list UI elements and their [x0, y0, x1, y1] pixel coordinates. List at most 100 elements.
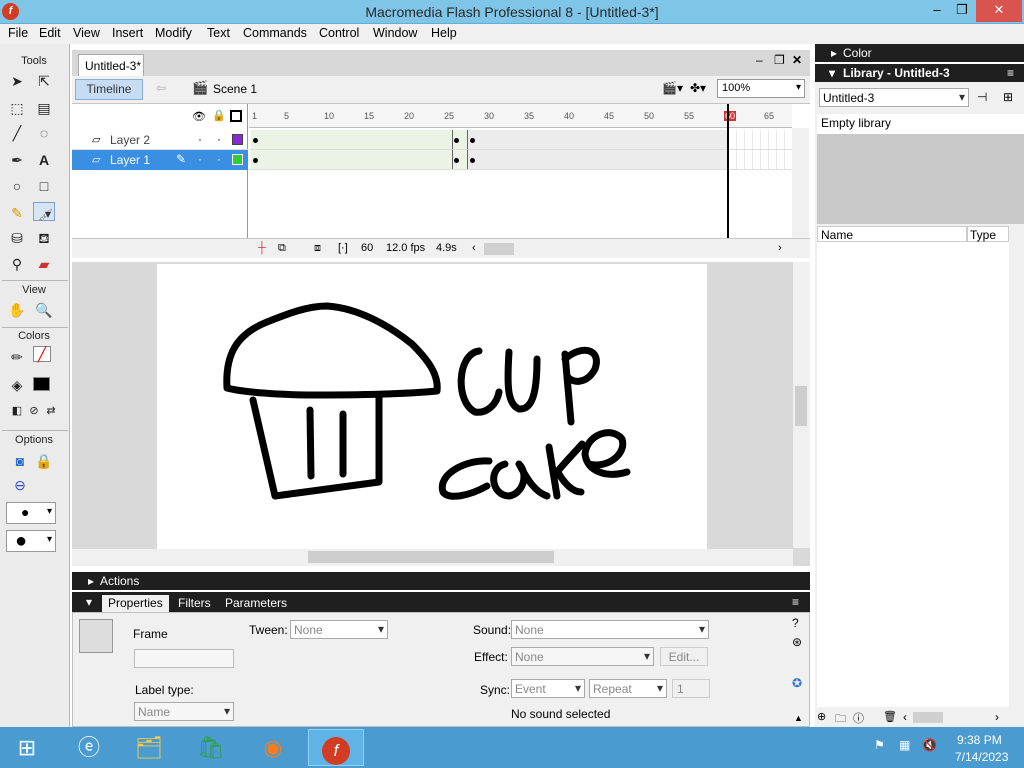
oval-tool-icon[interactable]: ○ [6, 175, 28, 197]
pin-library-icon[interactable]: ⊣ [977, 90, 987, 104]
eyedropper-icon[interactable]: ⚲ [6, 253, 28, 275]
lasso-tool-icon[interactable]: ◌ [33, 122, 55, 144]
brush-option-icon[interactable]: ⊖ [9, 474, 31, 496]
hand-tool-icon[interactable]: ✋ [6, 299, 28, 321]
brush-tool-icon[interactable]: 🖌 [33, 202, 55, 224]
playhead[interactable] [727, 104, 729, 238]
new-library-panel-icon[interactable]: ⊞ [1003, 90, 1013, 104]
line-tool-icon[interactable]: ╱ [6, 122, 28, 144]
column-name[interactable]: Name [817, 226, 967, 242]
collapse-props-icon[interactable]: ▲ [794, 713, 803, 723]
file-explorer-icon[interactable]: 🗂 [126, 729, 172, 766]
text-tool-icon[interactable]: A [33, 149, 55, 171]
rectangle-tool-icon[interactable]: □ [33, 175, 55, 197]
start-button-icon[interactable]: ⊞ [4, 729, 50, 766]
internet-explorer-icon[interactable]: ⓔ [66, 729, 112, 766]
frame-ruler[interactable]: 1 5 10 15 20 25 30 35 40 45 50 55 60 65 [249, 104, 792, 128]
swap-colors-icon[interactable]: ⇄ [40, 400, 62, 422]
menu-commands[interactable]: Commands [243, 26, 307, 40]
timeline-hscroll-thumb[interactable] [484, 243, 514, 255]
help-icon[interactable]: ? [792, 616, 799, 630]
zoom-select[interactable]: 100% ▾ [717, 79, 805, 98]
doc-close-icon[interactable]: ✕ [792, 53, 802, 67]
menu-text[interactable]: Text [207, 26, 230, 40]
library-document-select[interactable]: Untitled-3 [819, 88, 969, 107]
timeline-vscroll[interactable] [792, 128, 809, 238]
restore-button[interactable]: ❐ [950, 0, 974, 22]
doc-restore-icon[interactable]: ❐ [774, 53, 785, 67]
firefox-icon[interactable]: ◉ [250, 729, 296, 766]
clock-date[interactable]: 7/14/2023 [955, 750, 1008, 764]
eye-icon[interactable]: 👁 [192, 110, 206, 123]
brush-size-select[interactable]: ● ▾ [6, 502, 56, 524]
pencil-tool-icon[interactable]: ✎ [6, 202, 28, 224]
library-hscroll-thumb[interactable] [913, 712, 943, 723]
minimize-button[interactable]: – [925, 0, 949, 22]
new-symbol-icon[interactable]: ⊕ [817, 710, 826, 723]
edit-symbol-icon[interactable]: ✤▾ [690, 81, 706, 95]
outline-icon[interactable] [230, 110, 242, 122]
eraser-icon[interactable]: ▰ [33, 253, 55, 275]
menu-view[interactable]: View [73, 26, 100, 40]
pen-tool-icon[interactable]: ✒ [6, 149, 28, 171]
effect-select[interactable]: None [511, 647, 654, 666]
edit-scene-icon[interactable]: 🎬▾ [662, 81, 683, 95]
brush-shape-select[interactable]: ● ▾ [6, 530, 56, 552]
delete-item-icon[interactable]: 🗑 [883, 710, 897, 723]
onion-skin-icon[interactable]: ⧉ [278, 242, 286, 255]
column-type[interactable]: Type [967, 226, 1009, 242]
frame-rate[interactable]: 12.0 fps [386, 242, 425, 254]
stage-hscroll[interactable] [72, 549, 793, 566]
frame-row-layer-1[interactable] [249, 150, 792, 170]
actions-panel-header[interactable]: ▸ Actions [72, 572, 810, 590]
repeat-count-input[interactable]: 1 [672, 679, 710, 698]
back-arrow-icon[interactable]: ⇦ [156, 81, 166, 95]
document-tab[interactable]: Untitled-3* [78, 54, 144, 76]
fill-swatch[interactable] [33, 377, 50, 391]
flash-taskbar-icon[interactable]: f [308, 729, 364, 766]
edit-scene-circle-icon[interactable]: ⊛ [792, 635, 802, 649]
layer-row-1[interactable]: ▱ Layer 1 ✎ · · [72, 150, 248, 170]
label-type-select[interactable]: Name [134, 702, 234, 721]
frame-label-input[interactable] [134, 649, 234, 668]
lock-fill-icon[interactable]: 🔒 [33, 450, 55, 472]
edit-frames-icon[interactable]: [·] [338, 242, 348, 254]
stroke-color-icon[interactable]: ✏ [6, 346, 28, 368]
tab-filters[interactable]: Filters [172, 595, 217, 612]
menu-control[interactable]: Control [319, 26, 359, 40]
doc-minimize-icon[interactable]: – [756, 53, 763, 67]
free-transform-icon[interactable]: ⬚ [6, 97, 28, 119]
properties-icon[interactable]: ⓘ [853, 710, 864, 726]
lock-icon[interactable]: 🔒 [212, 109, 226, 122]
frame-row-layer-2[interactable] [249, 130, 792, 150]
flag-icon[interactable]: ⚑ [874, 738, 885, 752]
scene-label[interactable]: Scene 1 [213, 82, 257, 96]
accessibility-icon[interactable]: ✪ [792, 676, 802, 690]
fill-transform-icon[interactable]: ▤ [33, 97, 55, 119]
library-list[interactable] [817, 242, 1009, 707]
tab-parameters[interactable]: Parameters [219, 595, 293, 612]
zoom-tool-icon[interactable]: 🔍 [33, 299, 55, 321]
scroll-right-icon[interactable]: › [778, 242, 782, 254]
layer-outline-color[interactable] [232, 134, 243, 145]
subselect-tool-icon[interactable]: ⇱ [33, 70, 55, 92]
brush-mode-icon[interactable]: ◙ [9, 450, 31, 472]
scroll-left-icon[interactable]: ‹ [472, 242, 476, 254]
ink-bottle-icon[interactable]: ⛁ [6, 227, 28, 249]
edit-button[interactable]: Edit... [660, 647, 708, 666]
collapse-arrow-icon[interactable]: ▾ [86, 595, 92, 609]
onion-outline-icon[interactable]: ⧈ [314, 242, 321, 255]
library-menu-icon[interactable]: ≡ [1007, 66, 1014, 80]
fill-color-icon[interactable]: ◈ [6, 374, 28, 396]
arrow-tool-icon[interactable]: ➤ [6, 70, 28, 92]
menu-window[interactable]: Window [373, 26, 417, 40]
tab-properties[interactable]: Properties [102, 595, 169, 612]
menu-edit[interactable]: Edit [39, 26, 61, 40]
sync-select[interactable]: Event [511, 679, 585, 698]
stroke-swatch[interactable]: ╱ [33, 346, 51, 362]
sound-select[interactable]: None [511, 620, 709, 639]
library-scroll-right-icon[interactable]: › [995, 710, 999, 724]
library-scroll-left-icon[interactable]: ‹ [903, 710, 907, 724]
menu-insert[interactable]: Insert [112, 26, 143, 40]
menu-modify[interactable]: Modify [155, 26, 192, 40]
